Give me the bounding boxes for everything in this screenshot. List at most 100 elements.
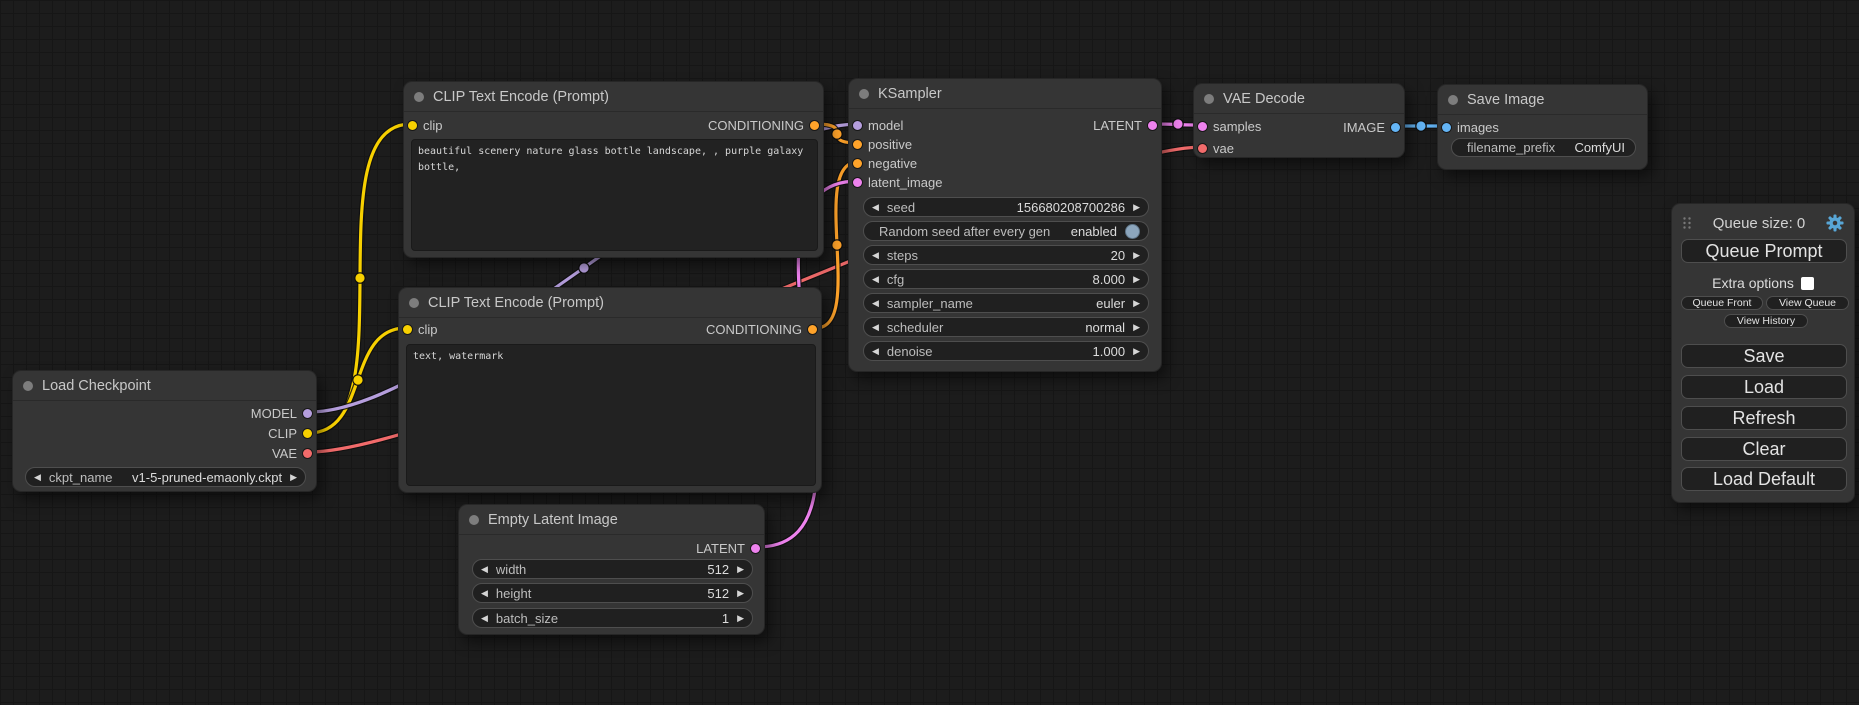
link-midpoint-dot[interactable] bbox=[579, 263, 589, 273]
slot-dot[interactable] bbox=[408, 121, 417, 130]
slot-dot[interactable] bbox=[1198, 122, 1207, 131]
widget-filename-prefix[interactable]: filename_prefix ComfyUI bbox=[1451, 138, 1636, 157]
increment-arrow-icon[interactable]: ▶ bbox=[290, 473, 297, 482]
node-title-bar[interactable]: Load Checkpoint bbox=[13, 371, 316, 401]
widget-steps[interactable]: ◀ steps 20 ▶ bbox=[863, 245, 1149, 265]
slot-dot[interactable] bbox=[853, 159, 862, 168]
node-empty-latent-image[interactable]: Empty Latent Image LATENT ◀ width 512 ▶ … bbox=[458, 504, 765, 635]
decrement-arrow-icon[interactable]: ◀ bbox=[872, 203, 879, 212]
node-graph-canvas[interactable]: Load Checkpoint MODEL CLIP VAE ◀ ckpt_na… bbox=[0, 0, 1859, 705]
input-slot-images[interactable]: images bbox=[1442, 118, 1499, 136]
load-default-button[interactable]: Load Default bbox=[1681, 467, 1847, 491]
clear-button[interactable]: Clear bbox=[1681, 437, 1847, 461]
collapse-dot-icon[interactable] bbox=[23, 381, 33, 391]
decrement-arrow-icon[interactable]: ◀ bbox=[481, 565, 488, 574]
widget-batch-size[interactable]: ◀ batch_size 1 ▶ bbox=[472, 608, 753, 628]
widget-cfg[interactable]: ◀ cfg 8.000 ▶ bbox=[863, 269, 1149, 289]
input-slot-positive[interactable]: positive bbox=[853, 135, 912, 153]
decrement-arrow-icon[interactable]: ◀ bbox=[872, 275, 879, 284]
queue-front-button[interactable]: Queue Front bbox=[1681, 296, 1763, 310]
node-title-bar[interactable]: CLIP Text Encode (Prompt) bbox=[404, 82, 823, 112]
output-slot-latent[interactable]: LATENT bbox=[1093, 116, 1157, 134]
link-midpoint-dot[interactable] bbox=[1416, 121, 1426, 131]
widget-height[interactable]: ◀ height 512 ▶ bbox=[472, 583, 753, 603]
node-title-bar[interactable]: CLIP Text Encode (Prompt) bbox=[399, 288, 821, 318]
widget-denoise[interactable]: ◀ denoise 1.000 ▶ bbox=[863, 341, 1149, 361]
slot-dot[interactable] bbox=[853, 140, 862, 149]
gear-icon[interactable] bbox=[1826, 214, 1844, 232]
link-midpoint-dot[interactable] bbox=[832, 240, 842, 250]
widget-random-seed[interactable]: Random seed after every gen enabled bbox=[863, 221, 1149, 241]
drag-handle-icon[interactable] bbox=[1682, 216, 1692, 230]
node-clip-text-encode-negative[interactable]: CLIP Text Encode (Prompt) clip CONDITION… bbox=[398, 287, 822, 493]
slot-dot[interactable] bbox=[853, 178, 862, 187]
decrement-arrow-icon[interactable]: ◀ bbox=[872, 347, 879, 356]
increment-arrow-icon[interactable]: ▶ bbox=[737, 589, 744, 598]
increment-arrow-icon[interactable]: ▶ bbox=[1133, 203, 1140, 212]
decrement-arrow-icon[interactable]: ◀ bbox=[481, 589, 488, 598]
node-save-image[interactable]: Save Image images filename_prefix ComfyU… bbox=[1437, 84, 1648, 170]
increment-arrow-icon[interactable]: ▶ bbox=[1133, 299, 1140, 308]
output-slot-clip[interactable]: CLIP bbox=[268, 424, 312, 442]
node-ksampler[interactable]: KSampler model positive negative latent_… bbox=[848, 78, 1162, 372]
increment-arrow-icon[interactable]: ▶ bbox=[737, 614, 744, 623]
slot-dot[interactable] bbox=[853, 121, 862, 130]
slot-dot[interactable] bbox=[303, 409, 312, 418]
input-slot-clip[interactable]: clip bbox=[408, 116, 443, 134]
increment-arrow-icon[interactable]: ▶ bbox=[1133, 347, 1140, 356]
widget-ckpt-name[interactable]: ◀ ckpt_name v1-5-pruned-emaonly.ckpt ▶ bbox=[25, 467, 306, 487]
input-slot-vae[interactable]: vae bbox=[1198, 139, 1234, 157]
load-button[interactable]: Load bbox=[1681, 375, 1847, 399]
slot-dot[interactable] bbox=[751, 544, 760, 553]
decrement-arrow-icon[interactable]: ◀ bbox=[872, 251, 879, 260]
input-slot-samples[interactable]: samples bbox=[1198, 117, 1261, 135]
slot-dot[interactable] bbox=[808, 325, 817, 334]
collapse-dot-icon[interactable] bbox=[1448, 95, 1458, 105]
node-vae-decode[interactable]: VAE Decode samples vae IMAGE bbox=[1193, 83, 1405, 158]
increment-arrow-icon[interactable]: ▶ bbox=[1133, 251, 1140, 260]
slot-dot[interactable] bbox=[1391, 123, 1400, 132]
node-title-bar[interactable]: Empty Latent Image bbox=[459, 505, 764, 535]
collapse-dot-icon[interactable] bbox=[469, 515, 479, 525]
node-title-bar[interactable]: KSampler bbox=[849, 79, 1161, 109]
decrement-arrow-icon[interactable]: ◀ bbox=[34, 473, 41, 482]
widget-seed[interactable]: ◀ seed 156680208700286 ▶ bbox=[863, 197, 1149, 217]
node-title-bar[interactable]: VAE Decode bbox=[1194, 84, 1404, 114]
slot-dot[interactable] bbox=[303, 449, 312, 458]
refresh-button[interactable]: Refresh bbox=[1681, 406, 1847, 430]
output-slot-image[interactable]: IMAGE bbox=[1343, 118, 1400, 136]
link-midpoint-dot[interactable] bbox=[1173, 119, 1183, 129]
queue-prompt-button[interactable]: Queue Prompt bbox=[1681, 239, 1847, 263]
slot-dot[interactable] bbox=[1442, 123, 1451, 132]
toggle-dot[interactable] bbox=[1125, 224, 1140, 239]
slot-dot[interactable] bbox=[1198, 144, 1207, 153]
collapse-dot-icon[interactable] bbox=[414, 92, 424, 102]
slot-dot[interactable] bbox=[303, 429, 312, 438]
link-midpoint-dot[interactable] bbox=[355, 273, 365, 283]
widget-sampler-name[interactable]: ◀ sampler_name euler ▶ bbox=[863, 293, 1149, 313]
prompt-textarea[interactable]: text, watermark bbox=[406, 344, 816, 486]
decrement-arrow-icon[interactable]: ◀ bbox=[481, 614, 488, 623]
output-slot-latent[interactable]: LATENT bbox=[696, 539, 760, 557]
slot-dot[interactable] bbox=[403, 325, 412, 334]
increment-arrow-icon[interactable]: ▶ bbox=[737, 565, 744, 574]
node-title-bar[interactable]: Save Image bbox=[1438, 85, 1647, 115]
collapse-dot-icon[interactable] bbox=[409, 298, 419, 308]
increment-arrow-icon[interactable]: ▶ bbox=[1133, 275, 1140, 284]
save-button[interactable]: Save bbox=[1681, 344, 1847, 368]
collapse-dot-icon[interactable] bbox=[859, 89, 869, 99]
decrement-arrow-icon[interactable]: ◀ bbox=[872, 323, 879, 332]
slot-dot[interactable] bbox=[810, 121, 819, 130]
decrement-arrow-icon[interactable]: ◀ bbox=[872, 299, 879, 308]
view-queue-button[interactable]: View Queue bbox=[1766, 296, 1849, 310]
widget-scheduler[interactable]: ◀ scheduler normal ▶ bbox=[863, 317, 1149, 337]
view-history-button[interactable]: View History bbox=[1724, 314, 1808, 328]
extra-options-checkbox[interactable] bbox=[1801, 277, 1814, 290]
prompt-textarea[interactable]: beautiful scenery nature glass bottle la… bbox=[411, 139, 818, 251]
output-slot-model[interactable]: MODEL bbox=[251, 404, 312, 422]
slot-dot[interactable] bbox=[1148, 121, 1157, 130]
output-slot-vae[interactable]: VAE bbox=[272, 444, 312, 462]
widget-width[interactable]: ◀ width 512 ▶ bbox=[472, 559, 753, 579]
input-slot-negative[interactable]: negative bbox=[853, 154, 917, 172]
collapse-dot-icon[interactable] bbox=[1204, 94, 1214, 104]
